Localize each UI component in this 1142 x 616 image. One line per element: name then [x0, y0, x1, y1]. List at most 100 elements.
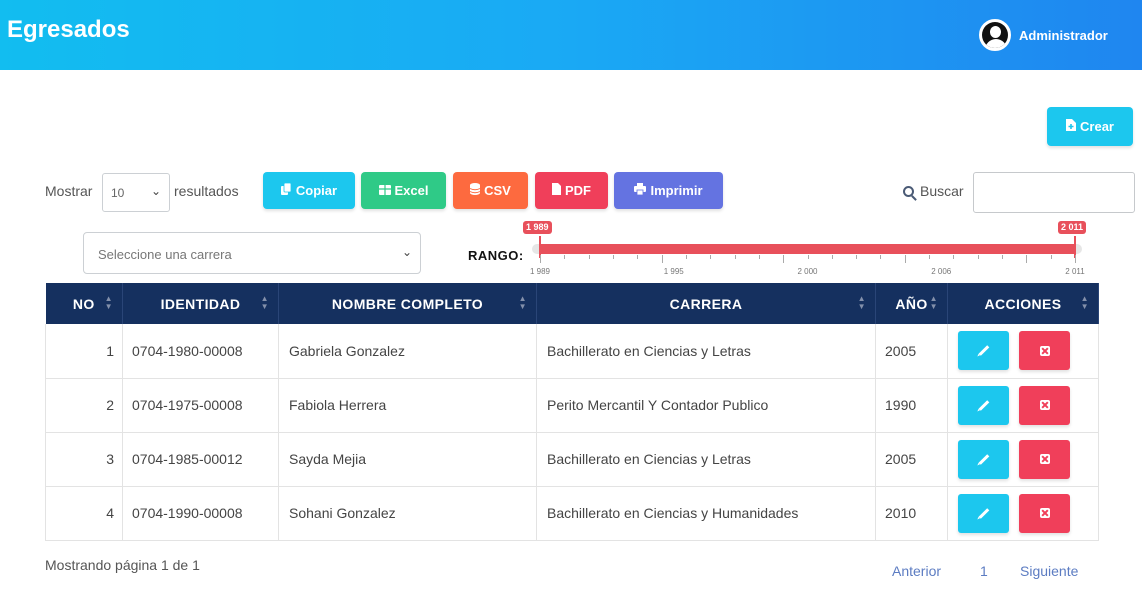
top-bar: Egresados Administrador: [0, 0, 1142, 70]
delete-button[interactable]: [1019, 439, 1070, 479]
carrera-select[interactable]: Seleccione una carrera ⌄: [83, 232, 421, 274]
table-info: Mostrando página 1 de 1: [45, 557, 200, 573]
cell-carrera: Bachillerato en Ciencias y Letras: [536, 432, 876, 487]
range-tick: [856, 255, 858, 259]
edit-button[interactable]: [958, 493, 1009, 533]
cell-nombre: Sohani Gonzalez: [278, 486, 537, 541]
range-tick: [977, 255, 979, 259]
range-tick: [637, 255, 639, 259]
range-tick: [1002, 255, 1004, 259]
range-tick: [612, 255, 614, 259]
cell-anio: 2005: [875, 324, 948, 379]
col-anio[interactable]: AÑO ▲ ▼: [875, 283, 948, 324]
pencil-icon: [978, 453, 989, 465]
range-tick: [758, 255, 760, 259]
copiar-button[interactable]: Copiar: [263, 172, 355, 209]
carrera-placeholder: Seleccione una carrera: [98, 247, 232, 262]
sort-icon: ▲ ▼: [1080, 294, 1089, 311]
range-min-value: 1 989: [523, 221, 552, 234]
database-icon: [469, 183, 481, 198]
cell-no: 1: [45, 324, 123, 379]
cell-nombre: Sayda Mejia: [278, 432, 537, 487]
excel-button[interactable]: Excel: [361, 172, 446, 209]
cell-acciones: [947, 486, 1099, 541]
cell-acciones: [947, 432, 1099, 487]
file-icon: [552, 183, 561, 198]
cell-nombre: Fabiola Herrera: [278, 378, 537, 433]
page-title: Egresados: [7, 16, 130, 43]
chevron-down-icon: ⌄: [150, 184, 161, 198]
cell-nombre: Gabriela Gonzalez: [278, 324, 537, 379]
close-icon: [1039, 345, 1050, 356]
range-tick: [953, 255, 955, 259]
range-tick: [929, 255, 931, 259]
csv-button[interactable]: CSV: [453, 172, 528, 209]
edit-button[interactable]: [958, 331, 1009, 371]
table-row: 4 0704-1990-00008 Sohani Gonzalez Bachil…: [45, 486, 1099, 541]
pagination-prev[interactable]: Anterior: [892, 563, 941, 579]
sort-icon: ▲ ▼: [518, 294, 527, 311]
imprimir-button[interactable]: Imprimir: [614, 172, 723, 209]
range-tick: [1026, 255, 1028, 263]
range-tick: [540, 255, 541, 263]
cell-no: 2: [45, 378, 123, 433]
excel-label: Excel: [394, 183, 429, 198]
range-tick: [1050, 255, 1052, 259]
show-label: Mostrar: [45, 183, 93, 199]
col-nombre[interactable]: NOMBRE COMPLETO ▲ ▼: [278, 283, 537, 324]
table-row: 3 0704-1985-00012 Sayda Mejia Bachillera…: [45, 432, 1099, 487]
range-tick: [588, 255, 590, 259]
pdf-label: PDF: [565, 183, 591, 198]
chevron-down-icon: ⌄: [401, 245, 412, 259]
cell-no: 4: [45, 486, 123, 541]
copiar-label: Copiar: [295, 183, 338, 198]
range-max-value: 2 011: [1058, 221, 1087, 234]
delete-button[interactable]: [1019, 385, 1070, 425]
user-menu[interactable]: Administrador: [979, 19, 1108, 51]
pencil-icon: [978, 507, 989, 519]
col-acciones[interactable]: ACCIONES ▲ ▼: [947, 283, 1099, 324]
sort-icon: ▲ ▼: [857, 294, 866, 311]
edit-button[interactable]: [958, 439, 1009, 479]
cell-acciones: [947, 324, 1099, 379]
range-fill: [540, 244, 1076, 254]
sort-icon: ▲ ▼: [929, 294, 938, 311]
range-tick: [904, 255, 906, 263]
page-length-select[interactable]: 10 ⌄: [102, 173, 170, 212]
egresados-table: NO ▲ ▼ IDENTIDAD ▲ ▼ NOMBRE COMPLETO ▲ ▼ CARRE…: [45, 283, 1099, 541]
table-icon: [378, 184, 391, 198]
delete-button[interactable]: [1019, 493, 1070, 533]
range-tick-label: 2 006: [931, 267, 952, 276]
pagination-page-1[interactable]: 1: [980, 563, 988, 579]
cell-identidad: 0704-1980-00008: [122, 324, 279, 379]
delete-button[interactable]: [1019, 331, 1070, 371]
col-identidad[interactable]: IDENTIDAD ▲ ▼: [122, 283, 279, 324]
col-carrera[interactable]: CARRERA ▲ ▼: [536, 283, 876, 324]
file-plus-icon: [1066, 119, 1077, 134]
range-tick: [1075, 255, 1076, 263]
col-no[interactable]: NO ▲ ▼: [45, 283, 123, 324]
cell-anio: 2010: [875, 486, 948, 541]
sort-icon: ▲ ▼: [260, 294, 269, 311]
range-tick: [661, 255, 663, 263]
range-tick: [807, 255, 809, 259]
results-label: resultados: [174, 183, 239, 199]
edit-button[interactable]: [958, 385, 1009, 425]
pagination-next[interactable]: Siguiente: [1020, 563, 1078, 579]
range-tick: [564, 255, 566, 259]
search-icon: [903, 185, 914, 197]
cell-no: 3: [45, 432, 123, 487]
pencil-icon: [978, 345, 989, 357]
close-icon: [1039, 400, 1050, 410]
search-label-wrap: Buscar: [903, 183, 964, 199]
range-tick: [685, 255, 687, 259]
table-row: 1 0704-1980-00008 Gabriela Gonzalez Bach…: [45, 324, 1099, 379]
cell-carrera: Perito Mercantil Y Contador Publico: [536, 378, 876, 433]
imprimir-label: Imprimir: [650, 183, 703, 198]
cell-acciones: [947, 378, 1099, 433]
table-row: 2 0704-1975-00008 Fabiola Herrera Perito…: [45, 378, 1099, 433]
search-input[interactable]: [973, 172, 1135, 213]
sort-icon: ▲ ▼: [104, 294, 113, 311]
crear-button[interactable]: Crear: [1047, 107, 1133, 146]
pdf-button[interactable]: PDF: [535, 172, 608, 209]
